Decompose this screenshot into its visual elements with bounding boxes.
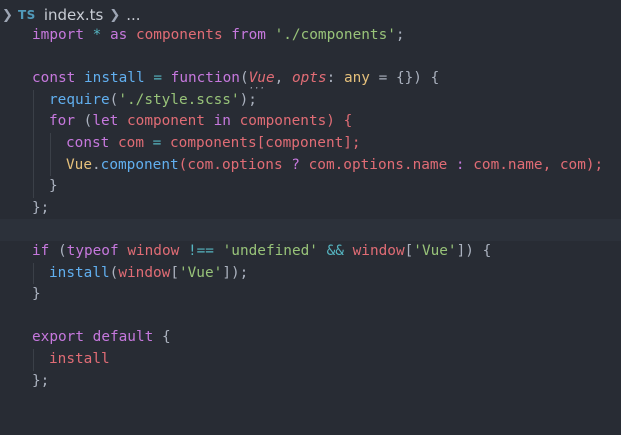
breadcrumb-symbol-more[interactable]: ... <box>126 6 140 24</box>
code-text: } <box>32 286 41 303</box>
code-line-3[interactable]: const install = function(Vue, opts: any … <box>0 68 621 90</box>
code-text: }; <box>32 199 50 216</box>
code-text: const com = components[component]; <box>66 134 361 151</box>
code-text: import * as components from './component… <box>32 27 405 43</box>
code-line-13[interactable]: } <box>0 284 621 306</box>
indent-guide <box>33 262 34 285</box>
code-text: require('./style.scss'); <box>49 91 257 108</box>
code-text: install(window['Vue']); <box>49 264 249 281</box>
indent-guide <box>33 111 34 133</box>
chevron-right-icon: ❯ <box>109 7 121 23</box>
code-text: install <box>49 350 110 367</box>
code-line-17[interactable]: }; <box>0 371 621 393</box>
code-line-4[interactable]: require('./style.scss'); <box>0 89 621 112</box>
code-line-10-current[interactable] <box>0 219 621 241</box>
code-line-9[interactable]: }; <box>0 198 621 220</box>
indent-guide <box>33 176 34 198</box>
code-text: }; <box>32 372 50 389</box>
code-line-1[interactable]: import * as components from './component… <box>0 25 621 47</box>
code-editor[interactable]: import * as components from './component… <box>0 25 621 392</box>
code-line-6[interactable]: const com = components[component]; <box>0 132 621 155</box>
code-line-11[interactable]: if (typeof window !== 'undefined' && win… <box>0 241 621 263</box>
breadcrumb-file-name[interactable]: index.ts <box>44 6 104 24</box>
indent-guide <box>33 89 34 112</box>
code-line-15[interactable]: export default { <box>0 327 621 349</box>
code-text: const install = function(Vue, opts: any … <box>32 68 439 90</box>
code-line-16[interactable]: install <box>0 348 621 371</box>
code-text: if (typeof window !== 'undefined' && win… <box>32 242 492 259</box>
code-line-14[interactable] <box>0 306 621 328</box>
indent-guide <box>33 154 34 177</box>
typescript-file-icon: TS <box>18 8 36 22</box>
code-line-2[interactable] <box>0 47 621 69</box>
parameter-vue: Vue <box>249 70 275 86</box>
indent-guide <box>33 348 34 371</box>
chevron-right-icon[interactable]: ❯ <box>2 8 16 23</box>
code-line-8[interactable]: } <box>0 176 621 198</box>
code-line-7[interactable]: Vue.component(com.options ? com.options.… <box>0 154 621 177</box>
code-text: for (let component in components) { <box>49 113 353 130</box>
code-line-12[interactable]: install(window['Vue']); <box>0 262 621 285</box>
indent-guide <box>50 132 51 155</box>
indent-guide <box>50 154 51 177</box>
code-text: Vue.component(com.options ? com.options.… <box>66 156 604 173</box>
code-line-5[interactable]: for (let component in components) { <box>0 111 621 133</box>
indent-guide <box>33 132 34 155</box>
code-text: } <box>49 178 58 195</box>
code-text: export default { <box>32 329 171 346</box>
